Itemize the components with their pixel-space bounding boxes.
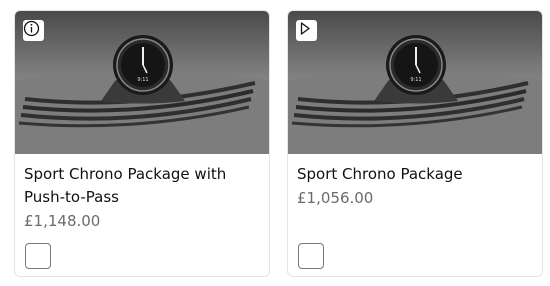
option-image: 9:11 [288, 11, 542, 154]
option-price: £1,148.00 [24, 212, 101, 230]
option-title: Sport Chrono Package with Push-to-Pass [24, 165, 227, 206]
play-icon [300, 22, 310, 35]
option-image: 9:11 [15, 11, 269, 154]
clock-digital-display: 9:11 [137, 77, 148, 83]
info-icon [23, 20, 40, 37]
option-title: Sport Chrono Package [297, 165, 463, 183]
info-badge[interactable] [23, 20, 44, 41]
video-badge[interactable] [296, 20, 317, 41]
option-price: £1,056.00 [297, 189, 374, 207]
clock-digital-display: 9:11 [410, 77, 421, 83]
option-card-sport-chrono-push-to-pass[interactable]: 9:11 Sport Chrono Package with Push-to-P… [14, 10, 270, 277]
option-card-sport-chrono[interactable]: 9:11 Sport Chrono Package £1,056.00 [287, 10, 543, 277]
option-select-checkbox[interactable] [25, 243, 51, 269]
option-select-checkbox[interactable] [298, 243, 324, 269]
